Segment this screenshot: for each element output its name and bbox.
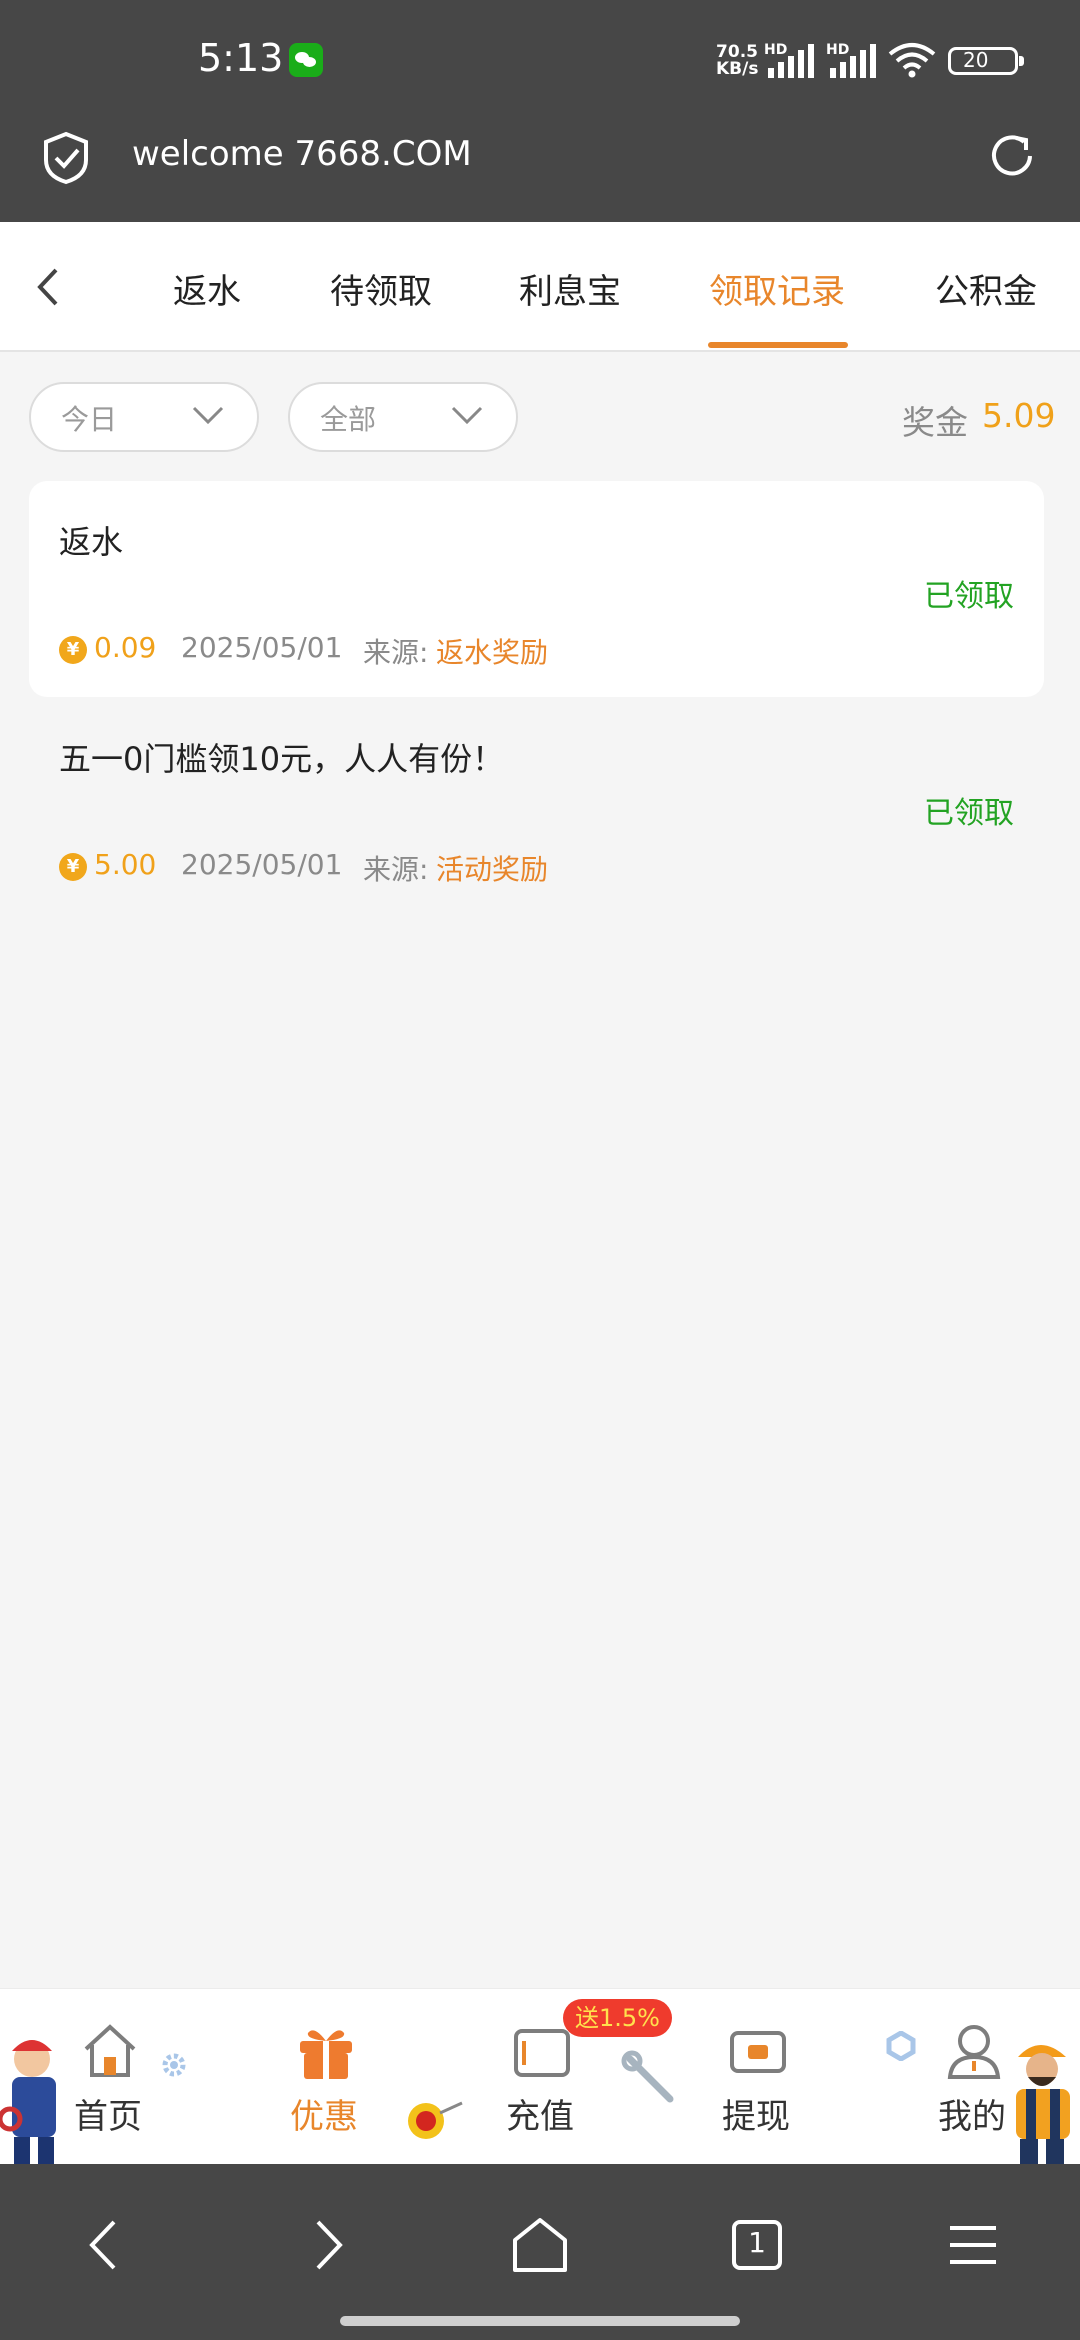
cash-icon: [730, 2031, 786, 2073]
browser-header: 5:13 70.5 KB/s HD HD 20 welcome 7668.COM: [0, 0, 1080, 222]
wifi-icon: [888, 43, 936, 78]
home-icon: [84, 2024, 136, 2077]
wechat-icon: [289, 43, 323, 77]
gift-icon: [300, 2030, 352, 2079]
tab-interest[interactable]: 利息宝: [519, 264, 621, 313]
nav-promotions-label: 优惠: [290, 2097, 358, 2137]
status-bar: 5:13 70.5 KB/s HD HD 20: [0, 0, 1080, 120]
record-title: 返水: [59, 523, 124, 561]
back-icon[interactable]: [28, 262, 68, 312]
mascot-worker-right-icon: [1016, 2045, 1070, 2165]
record-amount: 5.00: [94, 848, 157, 881]
system-nav-bar: 1: [0, 2164, 1080, 2340]
tab-rebate[interactable]: 返水: [173, 264, 241, 313]
type-filter-value: 全部: [320, 403, 377, 436]
chevron-down-icon: [192, 406, 224, 425]
record-source: 活动奖励: [436, 853, 549, 886]
record-title: 五一0门槛领10元，人人有份！: [59, 740, 505, 778]
record-source-label: 来源:: [363, 853, 429, 886]
signal-icon-1: [768, 44, 814, 78]
coin-icon: ¥: [59, 636, 87, 664]
record-item[interactable]: 五一0门槛领10元，人人有份！ 已领取 ¥ 5.00 2025/05/01 来源…: [29, 698, 1044, 914]
tab-count: 1: [748, 2226, 766, 2259]
browser-home-icon[interactable]: [505, 2210, 575, 2280]
record-source: 返水奖励: [436, 636, 549, 669]
browser-menu-icon[interactable]: [938, 2210, 1008, 2280]
tab-claim-records[interactable]: 领取记录: [709, 264, 845, 313]
nav-home-label: 首页: [74, 2097, 142, 2137]
coin-icon: ¥: [59, 853, 87, 881]
network-speed: 70.5 KB/s: [716, 44, 758, 78]
user-icon: [947, 2025, 1001, 2079]
record-status: 已领取: [924, 579, 1014, 614]
nav-withdraw-label: 提现: [722, 2097, 790, 2137]
shield-check-icon[interactable]: [40, 130, 92, 186]
active-tab-indicator: [708, 342, 848, 348]
chevron-down-icon: [451, 406, 483, 425]
nav-withdraw[interactable]: 提现: [686, 1989, 826, 2165]
network-speed-unit: KB/s: [716, 59, 759, 79]
home-indicator[interactable]: [340, 2316, 740, 2326]
record-status: 已领取: [924, 796, 1014, 831]
signal-icon-2: [830, 44, 876, 78]
record-date: 2025/05/01: [181, 631, 343, 664]
nav-home[interactable]: 首页: [38, 1989, 178, 2165]
browser-forward-icon[interactable]: [290, 2210, 360, 2280]
reload-icon[interactable]: [986, 130, 1038, 182]
tape-measure-icon: [408, 2101, 463, 2139]
date-filter-dropdown[interactable]: 今日: [29, 382, 259, 452]
wallet-icon: [514, 2029, 570, 2077]
record-item[interactable]: 返水 已领取 ¥ 0.09 2025/05/01 来源: 返水奖励: [29, 481, 1044, 697]
deposit-bonus-badge: 送1.5%: [563, 1999, 672, 2037]
nav-deposit-label: 充值: [506, 2097, 574, 2137]
tab-pending[interactable]: 待领取: [330, 264, 432, 313]
tab-bar: 返水 待领取 利息宝 领取记录 公积金: [0, 222, 1080, 352]
date-filter-value: 今日: [61, 403, 118, 436]
bonus-label: 奖金: [902, 403, 968, 442]
bonus-total: 5.09: [982, 396, 1056, 435]
type-filter-dropdown[interactable]: 全部: [288, 382, 518, 452]
tab-provident-fund[interactable]: 公积金: [935, 264, 1037, 313]
browser-tabs-button[interactable]: 1: [722, 2210, 792, 2280]
record-date: 2025/05/01: [181, 848, 343, 881]
address-bar[interactable]: welcome 7668.COM: [0, 120, 1080, 222]
address-text[interactable]: welcome 7668.COM: [132, 134, 472, 174]
record-amount: 0.09: [94, 631, 157, 664]
nav-promotions[interactable]: 优惠: [254, 1989, 394, 2165]
wrench-icon: [621, 2050, 674, 2103]
status-time: 5:13: [198, 36, 284, 80]
bottom-nav: 首页 优惠 充值 送1.5% 提现 我的: [0, 1988, 1080, 2165]
browser-back-icon[interactable]: [72, 2210, 142, 2280]
battery-level: 20: [963, 48, 989, 72]
battery-icon: 20: [948, 47, 1024, 75]
record-source-label: 来源:: [363, 636, 429, 669]
